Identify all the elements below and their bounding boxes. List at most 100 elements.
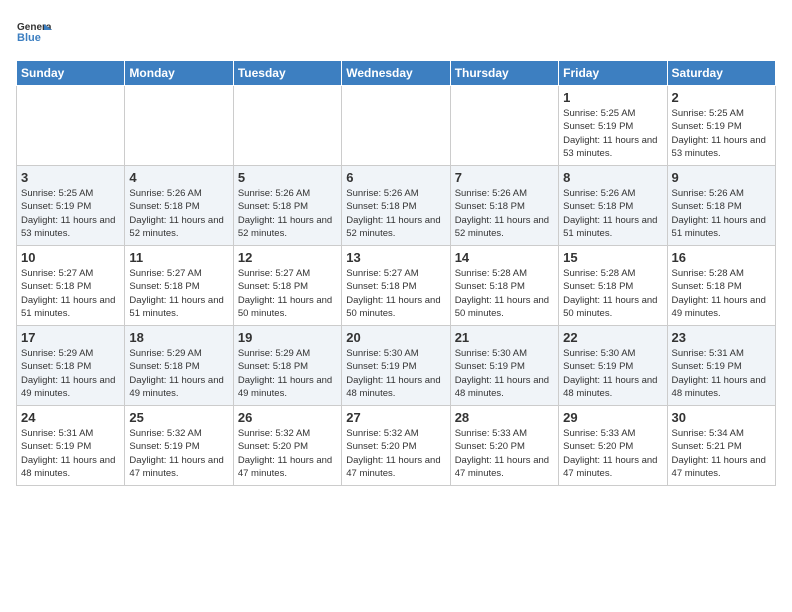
day-info: Sunrise: 5:30 AM Sunset: 5:19 PM Dayligh… [455,347,554,400]
calendar-cell: 25 Sunrise: 5:32 AM Sunset: 5:19 PM Dayli… [125,406,233,486]
calendar-cell: 1 Sunrise: 5:25 AM Sunset: 5:19 PM Daylig… [559,86,667,166]
day-header-saturday: Saturday [667,61,775,86]
day-number: 28 [455,410,554,425]
calendar-cell: 12 Sunrise: 5:27 AM Sunset: 5:18 PM Dayli… [233,246,341,326]
calendar-cell [450,86,558,166]
day-number: 26 [238,410,337,425]
day-info: Sunrise: 5:33 AM Sunset: 5:20 PM Dayligh… [563,427,662,480]
calendar-week-5: 24 Sunrise: 5:31 AM Sunset: 5:19 PM Dayli… [17,406,776,486]
calendar-cell: 22 Sunrise: 5:30 AM Sunset: 5:19 PM Dayli… [559,326,667,406]
day-header-tuesday: Tuesday [233,61,341,86]
day-info: Sunrise: 5:32 AM Sunset: 5:19 PM Dayligh… [129,427,228,480]
day-number: 29 [563,410,662,425]
day-info: Sunrise: 5:26 AM Sunset: 5:18 PM Dayligh… [346,187,445,240]
day-info: Sunrise: 5:28 AM Sunset: 5:18 PM Dayligh… [672,267,771,320]
day-info: Sunrise: 5:27 AM Sunset: 5:18 PM Dayligh… [21,267,120,320]
day-info: Sunrise: 5:27 AM Sunset: 5:18 PM Dayligh… [346,267,445,320]
day-number: 12 [238,250,337,265]
day-info: Sunrise: 5:34 AM Sunset: 5:21 PM Dayligh… [672,427,771,480]
calendar-cell [17,86,125,166]
calendar-week-3: 10 Sunrise: 5:27 AM Sunset: 5:18 PM Dayli… [17,246,776,326]
day-number: 5 [238,170,337,185]
day-info: Sunrise: 5:26 AM Sunset: 5:18 PM Dayligh… [238,187,337,240]
day-number: 25 [129,410,228,425]
day-info: Sunrise: 5:31 AM Sunset: 5:19 PM Dayligh… [672,347,771,400]
day-info: Sunrise: 5:26 AM Sunset: 5:18 PM Dayligh… [129,187,228,240]
calendar-cell [342,86,450,166]
day-number: 16 [672,250,771,265]
calendar-cell: 20 Sunrise: 5:30 AM Sunset: 5:19 PM Dayli… [342,326,450,406]
day-info: Sunrise: 5:26 AM Sunset: 5:18 PM Dayligh… [672,187,771,240]
calendar-cell: 21Sunrise: 5:30 AM Sunset: 5:19 PM Dayli… [450,326,558,406]
day-number: 17 [21,330,120,345]
day-header-wednesday: Wednesday [342,61,450,86]
day-number: 10 [21,250,120,265]
day-info: Sunrise: 5:27 AM Sunset: 5:18 PM Dayligh… [238,267,337,320]
calendar-cell: 4 Sunrise: 5:26 AM Sunset: 5:18 PM Daylig… [125,166,233,246]
day-header-thursday: Thursday [450,61,558,86]
calendar-week-4: 17 Sunrise: 5:29 AM Sunset: 5:18 PM Dayli… [17,326,776,406]
day-number: 30 [672,410,771,425]
calendar-cell: 11 Sunrise: 5:27 AM Sunset: 5:18 PM Dayli… [125,246,233,326]
day-header-friday: Friday [559,61,667,86]
day-info: Sunrise: 5:25 AM Sunset: 5:19 PM Dayligh… [21,187,120,240]
day-info: Sunrise: 5:30 AM Sunset: 5:19 PM Dayligh… [346,347,445,400]
day-number: 3 [21,170,120,185]
day-number: 15 [563,250,662,265]
day-info: Sunrise: 5:31 AM Sunset: 5:19 PM Dayligh… [21,427,120,480]
day-info: Sunrise: 5:26 AM Sunset: 5:18 PM Dayligh… [563,187,662,240]
calendar-cell: 27Sunrise: 5:32 AM Sunset: 5:20 PM Dayli… [342,406,450,486]
day-number: 6 [346,170,445,185]
calendar-cell: 19 Sunrise: 5:29 AM Sunset: 5:18 PM Dayli… [233,326,341,406]
day-number: 22 [563,330,662,345]
day-info: Sunrise: 5:29 AM Sunset: 5:18 PM Dayligh… [129,347,228,400]
day-info: Sunrise: 5:28 AM Sunset: 5:18 PM Dayligh… [455,267,554,320]
calendar-cell [125,86,233,166]
calendar-week-2: 3 Sunrise: 5:25 AM Sunset: 5:19 PM Daylig… [17,166,776,246]
day-number: 19 [238,330,337,345]
calendar-cell: 2Sunrise: 5:25 AM Sunset: 5:19 PM Daylig… [667,86,775,166]
day-info: Sunrise: 5:25 AM Sunset: 5:19 PM Dayligh… [672,107,771,160]
day-number: 4 [129,170,228,185]
calendar-cell: 26 Sunrise: 5:32 AM Sunset: 5:20 PM Dayli… [233,406,341,486]
day-number: 11 [129,250,228,265]
calendar-cell: 9 Sunrise: 5:26 AM Sunset: 5:18 PM Daylig… [667,166,775,246]
calendar-table: SundayMondayTuesdayWednesdayThursdayFrid… [16,60,776,486]
calendar-cell: 24 Sunrise: 5:31 AM Sunset: 5:19 PM Dayli… [17,406,125,486]
day-info: Sunrise: 5:30 AM Sunset: 5:19 PM Dayligh… [563,347,662,400]
calendar-cell: 8 Sunrise: 5:26 AM Sunset: 5:18 PM Daylig… [559,166,667,246]
day-header-monday: Monday [125,61,233,86]
calendar-cell: 28 Sunrise: 5:33 AM Sunset: 5:20 PM Dayli… [450,406,558,486]
day-number: 20 [346,330,445,345]
calendar-cell: 17 Sunrise: 5:29 AM Sunset: 5:18 PM Dayli… [17,326,125,406]
day-info: Sunrise: 5:29 AM Sunset: 5:18 PM Dayligh… [238,347,337,400]
calendar-cell [233,86,341,166]
calendar-week-1: 1 Sunrise: 5:25 AM Sunset: 5:19 PM Daylig… [17,86,776,166]
calendar-cell: 14 Sunrise: 5:28 AM Sunset: 5:18 PM Dayli… [450,246,558,326]
calendar-body: 1 Sunrise: 5:25 AM Sunset: 5:19 PM Daylig… [17,86,776,486]
day-number: 18 [129,330,228,345]
day-number: 8 [563,170,662,185]
calendar-cell: 10 Sunrise: 5:27 AM Sunset: 5:18 PM Dayli… [17,246,125,326]
calendar-header-row: SundayMondayTuesdayWednesdayThursdayFrid… [17,61,776,86]
calendar-cell: 29 Sunrise: 5:33 AM Sunset: 5:20 PM Dayli… [559,406,667,486]
day-info: Sunrise: 5:28 AM Sunset: 5:18 PM Dayligh… [563,267,662,320]
day-info: Sunrise: 5:32 AM Sunset: 5:20 PM Dayligh… [346,427,445,480]
day-info: Sunrise: 5:29 AM Sunset: 5:18 PM Dayligh… [21,347,120,400]
day-number: 1 [563,90,662,105]
calendar-cell: 13Sunrise: 5:27 AM Sunset: 5:18 PM Dayli… [342,246,450,326]
day-number: 23 [672,330,771,345]
svg-text:Blue: Blue [17,32,41,44]
calendar-cell: 3 Sunrise: 5:25 AM Sunset: 5:19 PM Daylig… [17,166,125,246]
day-number: 24 [21,410,120,425]
day-info: Sunrise: 5:25 AM Sunset: 5:19 PM Dayligh… [563,107,662,160]
day-info: Sunrise: 5:33 AM Sunset: 5:20 PM Dayligh… [455,427,554,480]
calendar-cell: 30 Sunrise: 5:34 AM Sunset: 5:21 PM Dayli… [667,406,775,486]
day-info: Sunrise: 5:32 AM Sunset: 5:20 PM Dayligh… [238,427,337,480]
day-number: 9 [672,170,771,185]
day-info: Sunrise: 5:27 AM Sunset: 5:18 PM Dayligh… [129,267,228,320]
day-header-sunday: Sunday [17,61,125,86]
calendar-cell: 15 Sunrise: 5:28 AM Sunset: 5:18 PM Dayli… [559,246,667,326]
calendar-cell: 16 Sunrise: 5:28 AM Sunset: 5:18 PM Dayli… [667,246,775,326]
day-number: 14 [455,250,554,265]
